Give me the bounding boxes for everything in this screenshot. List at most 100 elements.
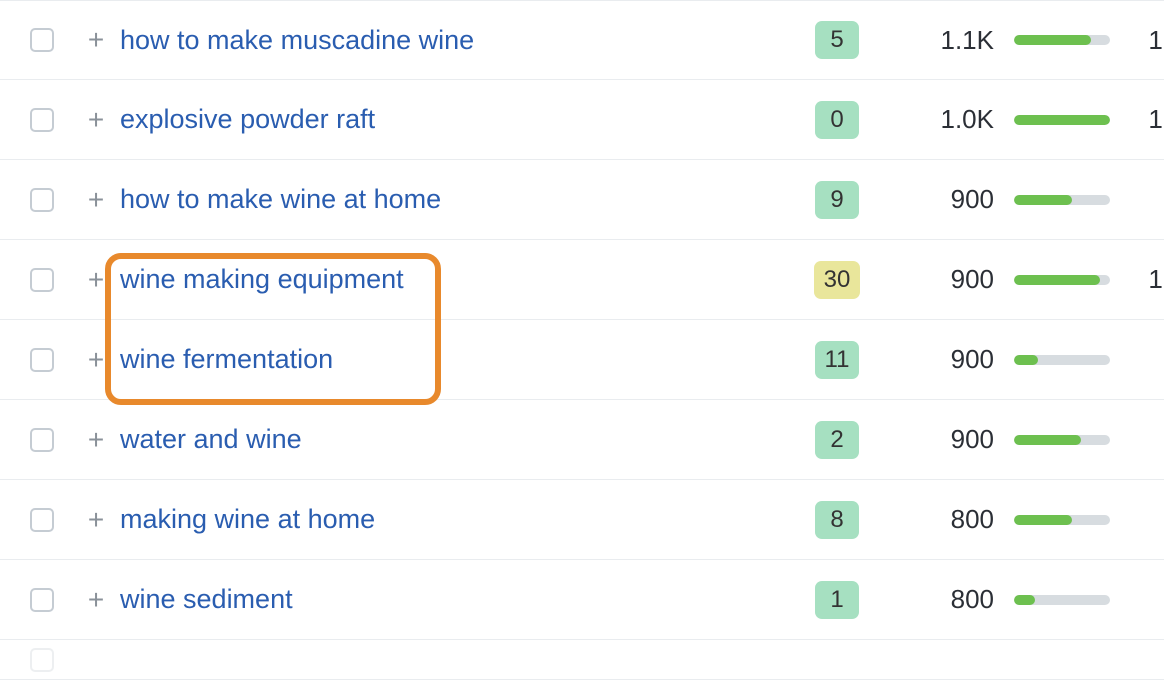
checkbox-cell: [30, 588, 72, 612]
checkbox-cell: [30, 108, 72, 132]
expand-cell: +: [72, 266, 120, 294]
volume-cell: 1.0K: [882, 104, 1002, 135]
keyword-link[interactable]: how to make wine at home: [120, 184, 441, 215]
table-row: [0, 640, 1164, 680]
plus-icon[interactable]: +: [88, 186, 104, 214]
keyword-cell: water and wine: [120, 424, 792, 455]
keyword-link[interactable]: explosive powder raft: [120, 104, 375, 135]
volume-bar-fill: [1014, 35, 1091, 45]
volume-cell: 1.1K: [882, 25, 1002, 56]
row-checkbox[interactable]: [30, 348, 54, 372]
row-checkbox[interactable]: [30, 268, 54, 292]
volume-bar-fill: [1014, 515, 1072, 525]
keyword-cell: how to make wine at home: [120, 184, 792, 215]
expand-cell: +: [72, 106, 120, 134]
keyword-cell: wine fermentation: [120, 344, 792, 375]
keyword-link[interactable]: water and wine: [120, 424, 302, 455]
plus-icon[interactable]: +: [88, 586, 104, 614]
keyword-cell: wine sediment: [120, 584, 792, 615]
bar-cell: [1002, 435, 1122, 445]
keyword-link[interactable]: wine fermentation: [120, 344, 333, 375]
expand-cell: +: [72, 26, 120, 54]
kd-badge: 1: [815, 581, 859, 619]
checkbox-cell: [30, 268, 72, 292]
volume-bar-fill: [1014, 275, 1100, 285]
expand-cell: +: [72, 586, 120, 614]
bar-cell: [1002, 595, 1122, 605]
volume-bar: [1014, 435, 1110, 445]
volume-bar-fill: [1014, 435, 1081, 445]
checkbox-cell: [30, 188, 72, 212]
kd-cell: 5: [792, 21, 882, 59]
bar-cell: [1002, 195, 1122, 205]
kd-badge: 0: [815, 101, 859, 139]
volume-cell: 900: [882, 184, 1002, 215]
plus-icon[interactable]: +: [88, 26, 104, 54]
volume-cell: 900: [882, 264, 1002, 295]
plus-icon[interactable]: +: [88, 346, 104, 374]
kd-badge: 30: [814, 261, 861, 299]
keyword-cell: explosive powder raft: [120, 104, 792, 135]
keyword-link[interactable]: how to make muscadine wine: [120, 25, 474, 56]
volume-cell: 900: [882, 344, 1002, 375]
bar-cell: [1002, 355, 1122, 365]
bar-cell: [1002, 275, 1122, 285]
expand-cell: +: [72, 506, 120, 534]
plus-icon[interactable]: +: [88, 106, 104, 134]
expand-cell: +: [72, 426, 120, 454]
kd-badge: 2: [815, 421, 859, 459]
tail-cell: 1,: [1122, 264, 1164, 295]
volume-cell: 800: [882, 584, 1002, 615]
plus-icon[interactable]: +: [88, 266, 104, 294]
tail-cell: 1,: [1122, 104, 1164, 135]
bar-cell: [1002, 115, 1122, 125]
table-row: + wine sediment 1 800: [0, 560, 1164, 640]
kd-cell: 1: [792, 581, 882, 619]
volume-bar: [1014, 515, 1110, 525]
checkbox-cell: [30, 28, 72, 52]
row-checkbox[interactable]: [30, 588, 54, 612]
expand-cell: +: [72, 346, 120, 374]
volume-bar: [1014, 35, 1110, 45]
checkbox-cell: [30, 428, 72, 452]
keyword-link[interactable]: wine making equipment: [120, 264, 404, 295]
row-checkbox[interactable]: [30, 508, 54, 532]
plus-icon[interactable]: +: [88, 506, 104, 534]
tail-cell: 1,: [1122, 25, 1164, 56]
table-row: + water and wine 2 900: [0, 400, 1164, 480]
volume-bar-fill: [1014, 195, 1072, 205]
volume-cell: 900: [882, 424, 1002, 455]
plus-icon[interactable]: +: [88, 426, 104, 454]
kd-cell: 30: [792, 261, 882, 299]
keyword-link[interactable]: wine sediment: [120, 584, 293, 615]
row-checkbox[interactable]: [30, 428, 54, 452]
keyword-link[interactable]: making wine at home: [120, 504, 375, 535]
row-checkbox[interactable]: [30, 28, 54, 52]
kd-cell: 11: [792, 341, 882, 379]
kd-badge: 11: [815, 341, 860, 379]
volume-bar: [1014, 275, 1110, 285]
bar-cell: [1002, 35, 1122, 45]
row-checkbox[interactable]: [30, 188, 54, 212]
kd-cell: 0: [792, 101, 882, 139]
row-checkbox[interactable]: [30, 648, 54, 672]
volume-bar: [1014, 195, 1110, 205]
table-row: + making wine at home 8 800: [0, 480, 1164, 560]
checkbox-cell: [30, 348, 72, 372]
checkbox-cell: [30, 508, 72, 532]
expand-cell: +: [72, 186, 120, 214]
table-row: + wine making equipment 30 900 1,: [0, 240, 1164, 320]
volume-bar: [1014, 595, 1110, 605]
keyword-table: + how to make muscadine wine 51.1K 1, + explo…: [0, 0, 1164, 680]
row-checkbox[interactable]: [30, 108, 54, 132]
volume-bar-fill: [1014, 115, 1110, 125]
volume-cell: 800: [882, 504, 1002, 535]
keyword-cell: wine making equipment: [120, 264, 792, 295]
kd-cell: 8: [792, 501, 882, 539]
table-row: +how to make wine at home9900: [0, 160, 1164, 240]
table-row: + how to make muscadine wine 51.1K 1,: [0, 0, 1164, 80]
table-row: + wine fermentation 11 900: [0, 320, 1164, 400]
kd-badge: 8: [815, 501, 859, 539]
volume-bar: [1014, 355, 1110, 365]
table-row: + explosive powder raft 0 1.0K 1,: [0, 80, 1164, 160]
